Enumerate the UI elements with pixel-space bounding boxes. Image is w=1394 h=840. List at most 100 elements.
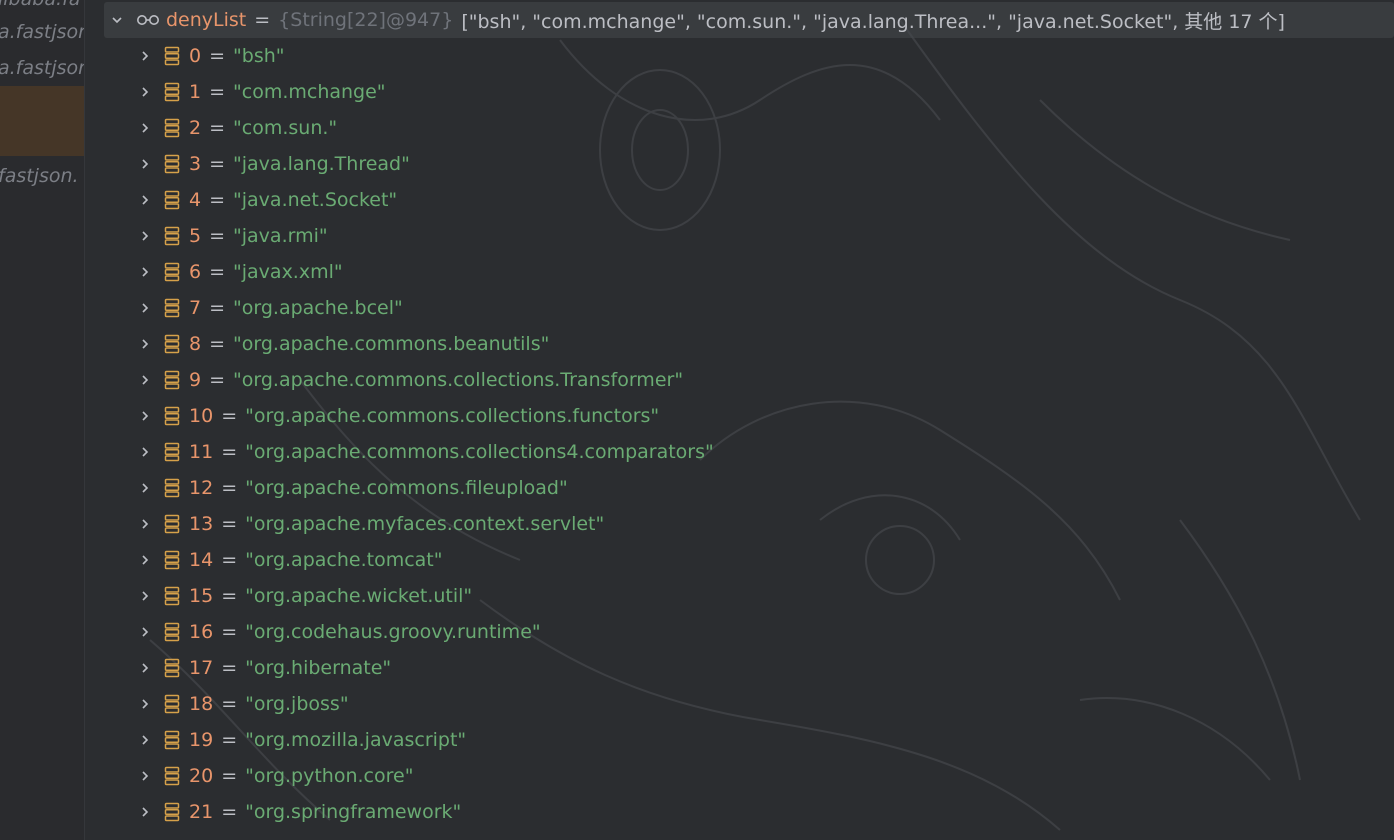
equals-sign: = xyxy=(221,693,238,715)
array-element-icon xyxy=(164,586,180,606)
element-value: "org.mozilla.javascript" xyxy=(245,729,467,751)
equals-sign: = xyxy=(221,549,238,571)
chevron-right-icon[interactable] xyxy=(138,805,152,819)
element-index: 3 xyxy=(189,153,202,175)
element-index: 19 xyxy=(189,729,214,751)
element-value: "javax.xml" xyxy=(233,261,343,283)
chevron-right-icon[interactable] xyxy=(138,517,152,531)
element-index: 7 xyxy=(189,297,202,319)
element-index: 5 xyxy=(189,225,202,247)
array-element-row[interactable]: 11 = "org.apache.commons.collections4.comp… xyxy=(104,434,1394,470)
chevron-right-icon[interactable] xyxy=(138,121,152,135)
equals-sign: = xyxy=(221,441,238,463)
array-element-row[interactable]: 1 = "com.mchange" xyxy=(104,74,1394,110)
array-element-icon xyxy=(164,514,180,534)
current-line-highlight xyxy=(0,86,84,156)
element-value: "org.apache.bcel" xyxy=(233,297,403,319)
element-index: 1 xyxy=(189,81,202,103)
array-element-row[interactable]: 19 = "org.mozilla.javascript" xyxy=(104,722,1394,758)
element-value: "org.apache.commons.beanutils" xyxy=(233,333,550,355)
array-element-row[interactable]: 2 = "com.sun." xyxy=(104,110,1394,146)
array-element-icon xyxy=(164,298,180,318)
array-element-row[interactable]: 10 = "org.apache.commons.collections.funct… xyxy=(104,398,1394,434)
array-element-icon xyxy=(164,442,180,462)
chevron-right-icon[interactable] xyxy=(138,265,152,279)
chevron-right-icon[interactable] xyxy=(138,553,152,567)
array-element-row[interactable]: 8 = "org.apache.commons.beanutils" xyxy=(104,326,1394,362)
element-index: 8 xyxy=(189,333,202,355)
array-element-row[interactable]: 18 = "org.jboss" xyxy=(104,686,1394,722)
chevron-right-icon[interactable] xyxy=(138,733,152,747)
equals-sign: = xyxy=(221,765,238,787)
element-value: "org.apache.commons.fileupload" xyxy=(245,477,568,499)
equals-sign: = xyxy=(221,801,238,823)
chevron-down-icon[interactable] xyxy=(110,13,124,27)
chevron-right-icon[interactable] xyxy=(138,157,152,171)
element-index: 2 xyxy=(189,117,202,139)
array-element-row[interactable]: 6 = "javax.xml" xyxy=(104,254,1394,290)
element-value: "org.apache.tomcat" xyxy=(245,549,443,571)
array-element-icon xyxy=(164,406,180,426)
array-element-row[interactable]: 16 = "org.codehaus.groovy.runtime" xyxy=(104,614,1394,650)
chevron-right-icon[interactable] xyxy=(138,337,152,351)
array-element-icon xyxy=(164,766,180,786)
element-value: "org.apache.myfaces.context.servlet" xyxy=(245,513,605,535)
equals-sign: = xyxy=(209,369,226,391)
chevron-right-icon[interactable] xyxy=(138,229,152,243)
chevron-right-icon[interactable] xyxy=(138,85,152,99)
variable-row-denylist[interactable]: denyList = {String[22]@947} ["bsh", "com… xyxy=(104,2,1394,38)
array-element-icon xyxy=(164,118,180,138)
variable-preview: ["bsh", "com.mchange", "com.sun.", "java… xyxy=(461,10,1285,33)
chevron-right-icon[interactable] xyxy=(138,409,152,423)
array-element-row[interactable]: 4 = "java.net.Socket" xyxy=(104,182,1394,218)
equals-sign: = xyxy=(254,9,271,31)
array-element-row[interactable]: 15 = "org.apache.wicket.util" xyxy=(104,578,1394,614)
array-element-icon xyxy=(164,658,180,678)
array-element-row[interactable]: 0 = "bsh" xyxy=(104,38,1394,74)
element-value: "org.apache.commons.collections.functors… xyxy=(245,405,660,427)
chevron-right-icon[interactable] xyxy=(138,301,152,315)
element-value: "bsh" xyxy=(233,45,285,67)
equals-sign: = xyxy=(209,333,226,355)
chevron-right-icon[interactable] xyxy=(138,481,152,495)
array-element-row[interactable]: 7 = "org.apache.bcel" xyxy=(104,290,1394,326)
array-element-row[interactable]: 14 = "org.apache.tomcat" xyxy=(104,542,1394,578)
chevron-right-icon[interactable] xyxy=(138,589,152,603)
chevron-right-icon[interactable] xyxy=(138,445,152,459)
array-element-row[interactable]: 3 = "java.lang.Thread" xyxy=(104,146,1394,182)
array-element-row[interactable]: 12 = "org.apache.commons.fileupload" xyxy=(104,470,1394,506)
array-element-icon xyxy=(164,334,180,354)
array-element-row[interactable]: 21 = "org.springframework" xyxy=(104,794,1394,830)
array-element-icon xyxy=(164,262,180,282)
chevron-right-icon[interactable] xyxy=(138,49,152,63)
element-index: 18 xyxy=(189,693,214,715)
equals-sign: = xyxy=(221,621,238,643)
element-index: 21 xyxy=(189,801,214,823)
equals-sign: = xyxy=(221,477,238,499)
array-element-row[interactable]: 13 = "org.apache.myfaces.context.servlet" xyxy=(104,506,1394,542)
array-element-row[interactable]: 9 = "org.apache.commons.collections.Transf… xyxy=(104,362,1394,398)
chevron-right-icon[interactable] xyxy=(138,769,152,783)
element-value: "org.apache.commons.collections4.compara… xyxy=(245,441,714,463)
equals-sign: = xyxy=(209,81,226,103)
element-index: 15 xyxy=(189,585,214,607)
chevron-right-icon[interactable] xyxy=(138,661,152,675)
element-index: 20 xyxy=(189,765,214,787)
chevron-right-icon[interactable] xyxy=(138,193,152,207)
equals-sign: = xyxy=(209,189,226,211)
array-element-row[interactable]: 20 = "org.python.core" xyxy=(104,758,1394,794)
array-element-row[interactable]: 17 = "org.hibernate" xyxy=(104,650,1394,686)
array-element-icon xyxy=(164,622,180,642)
chevron-right-icon[interactable] xyxy=(138,625,152,639)
chevron-right-icon[interactable] xyxy=(138,697,152,711)
element-index: 9 xyxy=(189,369,202,391)
element-value: "java.lang.Thread" xyxy=(233,153,410,175)
variable-name: denyList xyxy=(166,9,247,31)
array-element-row[interactable]: 5 = "java.rmi" xyxy=(104,218,1394,254)
variables-tree: denyList = {String[22]@947} ["bsh", "com… xyxy=(104,2,1394,830)
equals-sign: = xyxy=(209,297,226,319)
element-value: "java.net.Socket" xyxy=(233,189,398,211)
chevron-right-icon[interactable] xyxy=(138,373,152,387)
debugger-variables-panel: libaba.fa a.fastjson a.fastjson fastjson… xyxy=(0,0,1394,840)
array-element-icon xyxy=(164,550,180,570)
